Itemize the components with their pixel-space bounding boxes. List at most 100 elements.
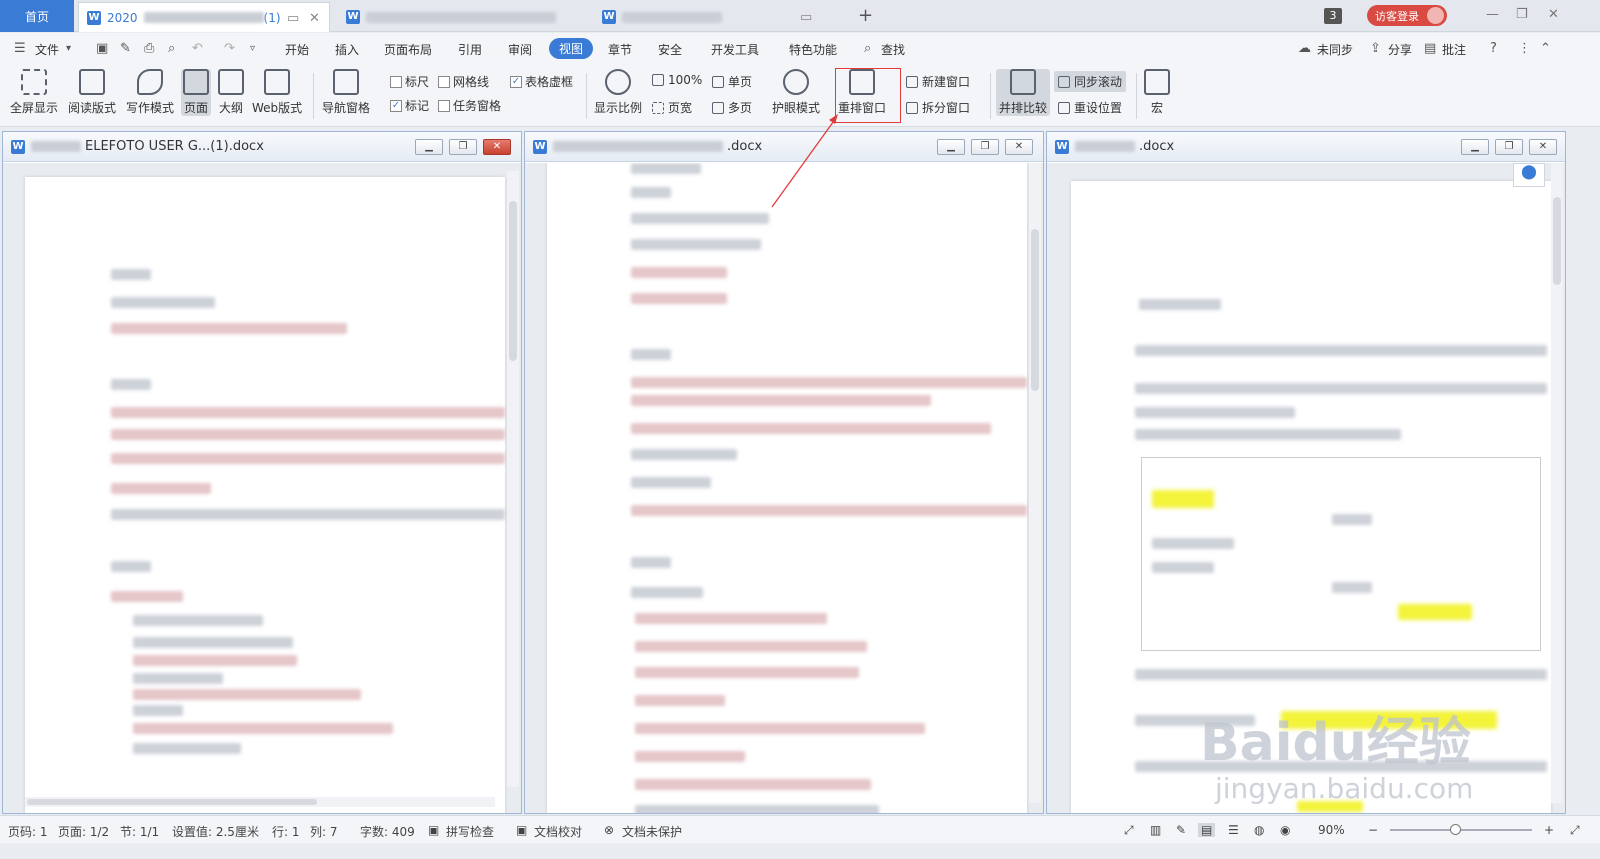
share-button[interactable]: 分享 — [1388, 41, 1412, 58]
proofread-icon[interactable]: ▣ — [516, 823, 527, 837]
menu-file[interactable]: 文件 — [35, 41, 59, 58]
spell-check-icon[interactable]: ▣ — [428, 823, 439, 837]
sync-status[interactable]: 未同步 — [1317, 41, 1353, 58]
more-icon[interactable]: ⋮ — [1518, 41, 1531, 56]
task-pane-checkbox[interactable]: 任务窗格 — [438, 97, 501, 114]
status-word-count[interactable]: 字数: 409 — [360, 823, 415, 840]
minimize-icon[interactable]: ▁ — [415, 139, 443, 155]
web-icon[interactable]: ◍ — [1254, 823, 1264, 837]
close-icon[interactable]: ✕ — [1005, 139, 1033, 155]
pen-icon[interactable]: ✎ — [1176, 823, 1186, 837]
multi-page-button[interactable]: 多页 — [712, 99, 752, 116]
zoom-ratio-button[interactable]: 显示比例 — [594, 69, 642, 116]
minimize-icon[interactable]: ▁ — [937, 139, 965, 155]
menu-page-layout[interactable]: 页面布局 — [384, 41, 432, 58]
scrollbar-thumb[interactable] — [27, 799, 317, 805]
fullscreen-button[interactable]: 全屏显示 — [10, 69, 58, 116]
horizontal-scrollbar[interactable] — [25, 797, 495, 807]
tab-home[interactable]: 首页 — [0, 0, 74, 32]
menu-review[interactable]: 审阅 — [508, 41, 532, 58]
macro-button[interactable]: 宏 — [1144, 69, 1170, 116]
print-preview-icon[interactable]: ⌕ — [168, 41, 175, 56]
save-icon[interactable]: ▣ — [96, 41, 108, 56]
menu-search[interactable]: 查找 — [881, 41, 905, 58]
print-icon[interactable]: ⎙ — [144, 41, 154, 56]
restore-icon[interactable]: ❐ — [1516, 7, 1528, 22]
minimize-icon[interactable]: — — [1486, 7, 1499, 22]
table-grid-checkbox[interactable]: ✓ 表格虚框 — [510, 73, 573, 90]
close-icon[interactable]: ✕ — [483, 139, 511, 155]
split-window-button[interactable]: 拆分窗口 — [906, 99, 970, 116]
scrollbar-thumb[interactable] — [1031, 229, 1039, 391]
new-window-button[interactable]: 新建窗口 — [906, 73, 970, 90]
page-view-button[interactable]: 页面 — [181, 69, 211, 116]
menu-reference[interactable]: 引用 — [458, 41, 482, 58]
guest-login-button[interactable]: 访客登录 — [1367, 5, 1447, 26]
vertical-scrollbar[interactable] — [507, 171, 519, 787]
reset-position-button[interactable]: 重设位置 — [1058, 99, 1122, 116]
restore-icon[interactable]: ❐ — [449, 139, 477, 155]
fullscreen-icon[interactable]: ⤢ — [1124, 823, 1134, 838]
nav-pane-button[interactable]: 导航窗格 — [322, 69, 370, 116]
close-tab-icon[interactable]: ✕ — [309, 11, 320, 26]
menu-start[interactable]: 开始 — [285, 41, 309, 58]
zoom-level[interactable]: 90% — [1318, 823, 1345, 837]
status-col[interactable]: 列: 7 — [310, 823, 338, 840]
tab-document-2[interactable]: W — [338, 2, 588, 32]
redo-icon[interactable]: ↷ — [224, 41, 235, 56]
writing-mode-button[interactable]: 写作模式 — [126, 69, 174, 116]
chevron-down-icon[interactable]: ▾ — [66, 43, 71, 54]
customize-toolbar-icon[interactable]: ▿ — [250, 43, 255, 54]
menu-special[interactable]: 特色功能 — [789, 41, 837, 58]
undo-icon[interactable]: ↶ — [192, 41, 203, 56]
help-icon[interactable]: ? — [1490, 41, 1497, 56]
scrollbar-thumb[interactable] — [1553, 197, 1561, 285]
zoom-out-icon[interactable]: − — [1368, 823, 1378, 837]
format-painter-icon[interactable]: ✎ — [120, 41, 131, 56]
share-icon[interactable]: ⇪ — [1370, 41, 1381, 56]
web-layout-button[interactable]: Web版式 — [252, 69, 302, 116]
document-window-2[interactable]: W .docx ▁ ❐ ✕ — [524, 131, 1044, 814]
eye-mode-button[interactable]: 护眼模式 — [772, 69, 820, 116]
eye-icon[interactable]: ◉ — [1280, 823, 1290, 837]
sync-scroll-button[interactable]: 同步滚动 — [1054, 71, 1127, 92]
restore-icon[interactable]: ❐ — [1495, 139, 1523, 155]
new-tab-icon[interactable]: + — [858, 5, 873, 26]
proofread-button[interactable]: 文档校对 — [534, 823, 582, 840]
close-icon[interactable]: ✕ — [1548, 7, 1559, 22]
zoom-slider-handle[interactable] — [1450, 824, 1461, 835]
zoom-in-icon[interactable]: + — [1544, 823, 1554, 837]
doc-protect-button[interactable]: 文档未保护 — [622, 823, 682, 840]
ruler-checkbox[interactable]: 标尺 — [390, 73, 429, 90]
vertical-scrollbar[interactable] — [1029, 163, 1041, 803]
pin-tab-icon[interactable]: ▭ — [800, 10, 812, 25]
restore-icon[interactable]: ❐ — [971, 139, 999, 155]
gridline-checkbox[interactable]: 网格线 — [438, 73, 489, 90]
outline-button[interactable]: 大纲 — [218, 69, 244, 116]
window-count-badge[interactable]: 3 — [1324, 8, 1342, 24]
status-pages[interactable]: 页面: 1/2 — [58, 823, 109, 840]
spell-check-button[interactable]: 拼写检查 — [446, 823, 494, 840]
pin-tab-icon[interactable]: ▭ — [287, 11, 299, 26]
zoom-slider[interactable] — [1390, 824, 1532, 835]
single-page-button[interactable]: 单页 — [712, 73, 752, 90]
menu-view[interactable]: 视图 — [549, 38, 594, 59]
search-icon[interactable]: ⌕ — [864, 41, 871, 56]
status-page-number[interactable]: 页码: 1 — [8, 823, 48, 840]
reading-layout-button[interactable]: 阅读版式 — [68, 69, 116, 116]
document-viewport[interactable] — [3, 163, 521, 813]
minimize-icon[interactable]: ▁ — [1461, 139, 1489, 155]
collapse-ribbon-icon[interactable]: ⌃ — [1540, 41, 1551, 56]
hamburger-icon[interactable]: ☰ — [14, 41, 26, 56]
status-setting[interactable]: 设置值: 2.5厘米 — [172, 823, 259, 840]
document-window-1[interactable]: W ELEFOTO USER G...(1).docx ▁ ❐ ✕ — [2, 131, 522, 814]
tab-document-1[interactable]: W 2020 (1) ▭ ✕ — [78, 2, 330, 32]
location-pin-icon[interactable]: ⬤ — [1513, 163, 1545, 187]
fit-window-icon[interactable]: ⤢ — [1570, 823, 1580, 838]
menu-dev-tools[interactable]: 开发工具 — [711, 41, 759, 58]
outline-icon[interactable]: ☰ — [1228, 823, 1239, 837]
shield-icon[interactable]: ⊗ — [604, 823, 614, 837]
scrollbar-thumb[interactable] — [509, 201, 517, 361]
mark-checkbox[interactable]: ✓ 标记 — [390, 97, 429, 114]
close-icon[interactable]: ✕ — [1529, 139, 1557, 155]
